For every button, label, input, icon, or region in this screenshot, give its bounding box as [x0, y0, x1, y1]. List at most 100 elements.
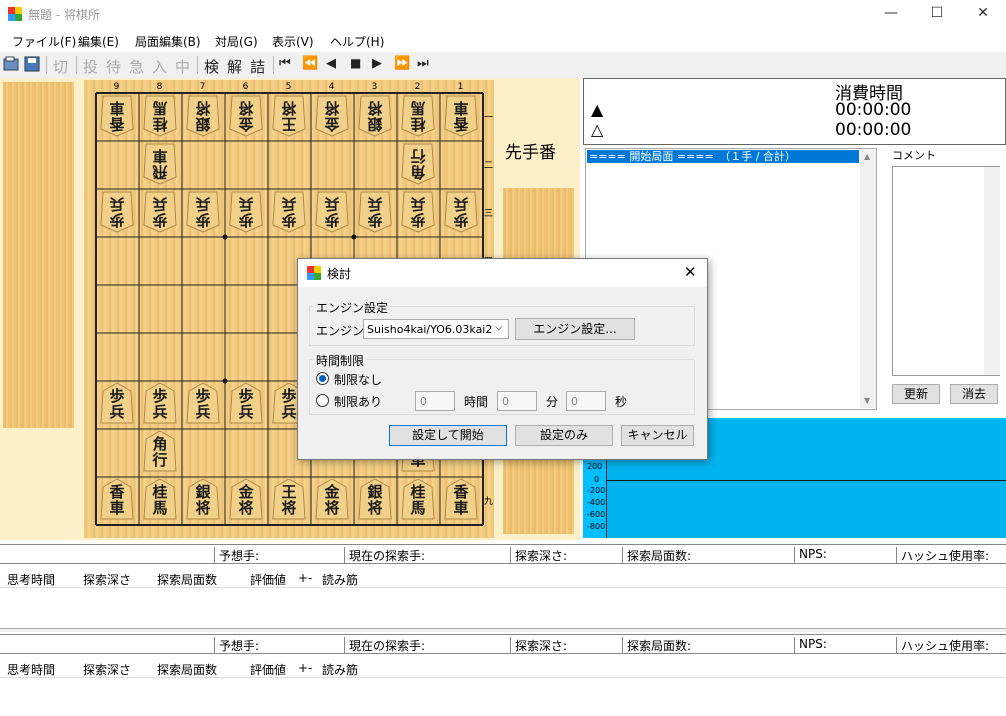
minutes-spinner[interactable]: 0: [497, 391, 537, 411]
col-nodes[interactable]: 探索局面数: [157, 571, 217, 588]
enter-king-button[interactable]: 入: [152, 56, 167, 77]
kifu-scrollbar[interactable]: ▲ ▼: [860, 150, 876, 408]
comment-textbox[interactable]: [892, 166, 1000, 376]
gote-piece[interactable]: 香車: [444, 95, 478, 137]
maximize-button[interactable]: ☐: [914, 0, 960, 28]
sente-piece[interactable]: 歩兵: [186, 383, 220, 425]
col-nodes[interactable]: 探索局面数: [157, 661, 217, 678]
gote-piece[interactable]: 飛車: [143, 143, 177, 185]
scroll-up-icon[interactable]: ▲: [864, 152, 870, 161]
forward-ten-icon[interactable]: ⏩: [394, 56, 410, 71]
no-limit-label[interactable]: 制限なし: [334, 371, 382, 388]
sente-piece[interactable]: 桂馬: [401, 479, 435, 521]
col-plusminus[interactable]: +-: [298, 661, 312, 675]
urgent-button[interactable]: 急: [129, 56, 144, 77]
back-one-icon[interactable]: ◀: [326, 56, 336, 71]
comment-update-button[interactable]: 更新: [892, 384, 940, 404]
gote-piece[interactable]: 歩兵: [401, 191, 435, 233]
cut-button[interactable]: 切: [53, 56, 68, 77]
sente-piece[interactable]: 香車: [100, 479, 134, 521]
comment-clear-button[interactable]: 消去: [950, 384, 998, 404]
set-only-button[interactable]: 設定のみ: [515, 425, 613, 446]
sente-piece[interactable]: 銀将: [358, 479, 392, 521]
sente-piece[interactable]: 桂馬: [143, 479, 177, 521]
menu-view[interactable]: 表示(V): [272, 33, 314, 50]
hours-spinner[interactable]: 0: [415, 391, 455, 411]
sente-piece[interactable]: 歩兵: [143, 383, 177, 425]
open-file-icon[interactable]: [3, 56, 19, 72]
gote-piece[interactable]: 桂馬: [143, 95, 177, 137]
col-think-time[interactable]: 思考時間: [7, 661, 55, 678]
comment-scrollbar[interactable]: [984, 167, 1000, 375]
gote-piece[interactable]: 歩兵: [186, 191, 220, 233]
close-button[interactable]: ✕: [960, 0, 1006, 28]
sente-piece[interactable]: 香車: [444, 479, 478, 521]
piece-char: 兵: [367, 195, 383, 213]
piece-char: 金: [238, 483, 254, 501]
col-think-time[interactable]: 思考時間: [7, 571, 55, 588]
kifu-selected-row[interactable]: ==== 開始局面 ==== （１手 / 合計）: [587, 150, 859, 163]
forward-one-icon[interactable]: ▶: [372, 56, 382, 71]
sente-piece[interactable]: 王将: [272, 479, 306, 521]
col-eval[interactable]: 評価値: [250, 571, 286, 588]
gote-piece[interactable]: 角行: [401, 143, 435, 185]
gote-piece[interactable]: 銀将: [186, 95, 220, 137]
col-depth[interactable]: 探索深さ: [83, 571, 131, 588]
start-button[interactable]: 設定して開始: [389, 425, 507, 446]
back-ten-icon[interactable]: ⏪: [302, 56, 318, 71]
sente-piece[interactable]: 歩兵: [229, 383, 263, 425]
col-depth[interactable]: 探索深さ: [83, 661, 131, 678]
panel-splitter[interactable]: [0, 628, 1006, 632]
limit-label[interactable]: 制限あり: [334, 393, 382, 410]
gote-hand-stand[interactable]: [3, 82, 74, 428]
wait-button[interactable]: 待: [106, 56, 121, 77]
piece-char: 歩: [152, 387, 168, 405]
sente-piece[interactable]: 角行: [143, 431, 177, 473]
gote-piece[interactable]: 金将: [229, 95, 263, 137]
limit-radio[interactable]: [316, 394, 329, 407]
study-button[interactable]: 検: [204, 56, 219, 77]
save-file-icon[interactable]: [24, 56, 40, 72]
menu-file[interactable]: ファイル(F): [12, 33, 76, 50]
last-move-icon[interactable]: ⏭: [417, 56, 429, 71]
scroll-down-icon[interactable]: ▼: [864, 396, 870, 405]
gote-piece[interactable]: 歩兵: [229, 191, 263, 233]
gote-piece[interactable]: 歩兵: [315, 191, 349, 233]
sente-piece[interactable]: 銀将: [186, 479, 220, 521]
engine-select[interactable]: Suisho4kai/YO6.03kai2 ⌵: [363, 319, 509, 339]
first-move-icon[interactable]: ⏮: [279, 56, 291, 71]
gote-piece[interactable]: 金将: [315, 95, 349, 137]
menu-edit[interactable]: 編集(E): [78, 33, 119, 50]
sente-piece[interactable]: 金将: [229, 479, 263, 521]
menu-game[interactable]: 対局(G): [215, 33, 258, 50]
resign-button[interactable]: 投: [83, 56, 98, 77]
gote-piece[interactable]: 香車: [100, 95, 134, 137]
menu-position-edit[interactable]: 局面編集(B): [135, 33, 201, 50]
interrupt-button[interactable]: 中: [175, 56, 190, 77]
engine-settings-button[interactable]: エンジン設定...: [515, 318, 635, 340]
sente-piece[interactable]: 金将: [315, 479, 349, 521]
sente-piece[interactable]: 歩兵: [100, 383, 134, 425]
col-plusminus[interactable]: +-: [298, 571, 312, 585]
gote-piece[interactable]: 銀将: [358, 95, 392, 137]
minimize-button[interactable]: —: [868, 0, 914, 28]
col-pv[interactable]: 読み筋: [322, 661, 358, 678]
gote-piece[interactable]: 歩兵: [272, 191, 306, 233]
seconds-spinner[interactable]: 0: [566, 391, 606, 411]
graph-tick: 200: [587, 462, 603, 471]
gote-piece[interactable]: 歩兵: [358, 191, 392, 233]
menu-help[interactable]: ヘルプ(H): [330, 33, 384, 50]
no-limit-radio[interactable]: [316, 372, 329, 385]
gote-piece[interactable]: 歩兵: [143, 191, 177, 233]
col-eval[interactable]: 評価値: [250, 661, 286, 678]
cancel-button[interactable]: キャンセル: [621, 425, 694, 446]
stop-playback-icon[interactable]: ■: [350, 56, 361, 70]
tsume-button[interactable]: 詰: [250, 56, 265, 77]
gote-piece[interactable]: 歩兵: [444, 191, 478, 233]
dialog-close-icon[interactable]: ✕: [684, 263, 697, 281]
col-pv[interactable]: 読み筋: [322, 571, 358, 588]
gote-piece[interactable]: 歩兵: [100, 191, 134, 233]
gote-piece[interactable]: 桂馬: [401, 95, 435, 137]
gote-piece[interactable]: 王将: [272, 95, 306, 137]
solve-button[interactable]: 解: [227, 56, 242, 77]
